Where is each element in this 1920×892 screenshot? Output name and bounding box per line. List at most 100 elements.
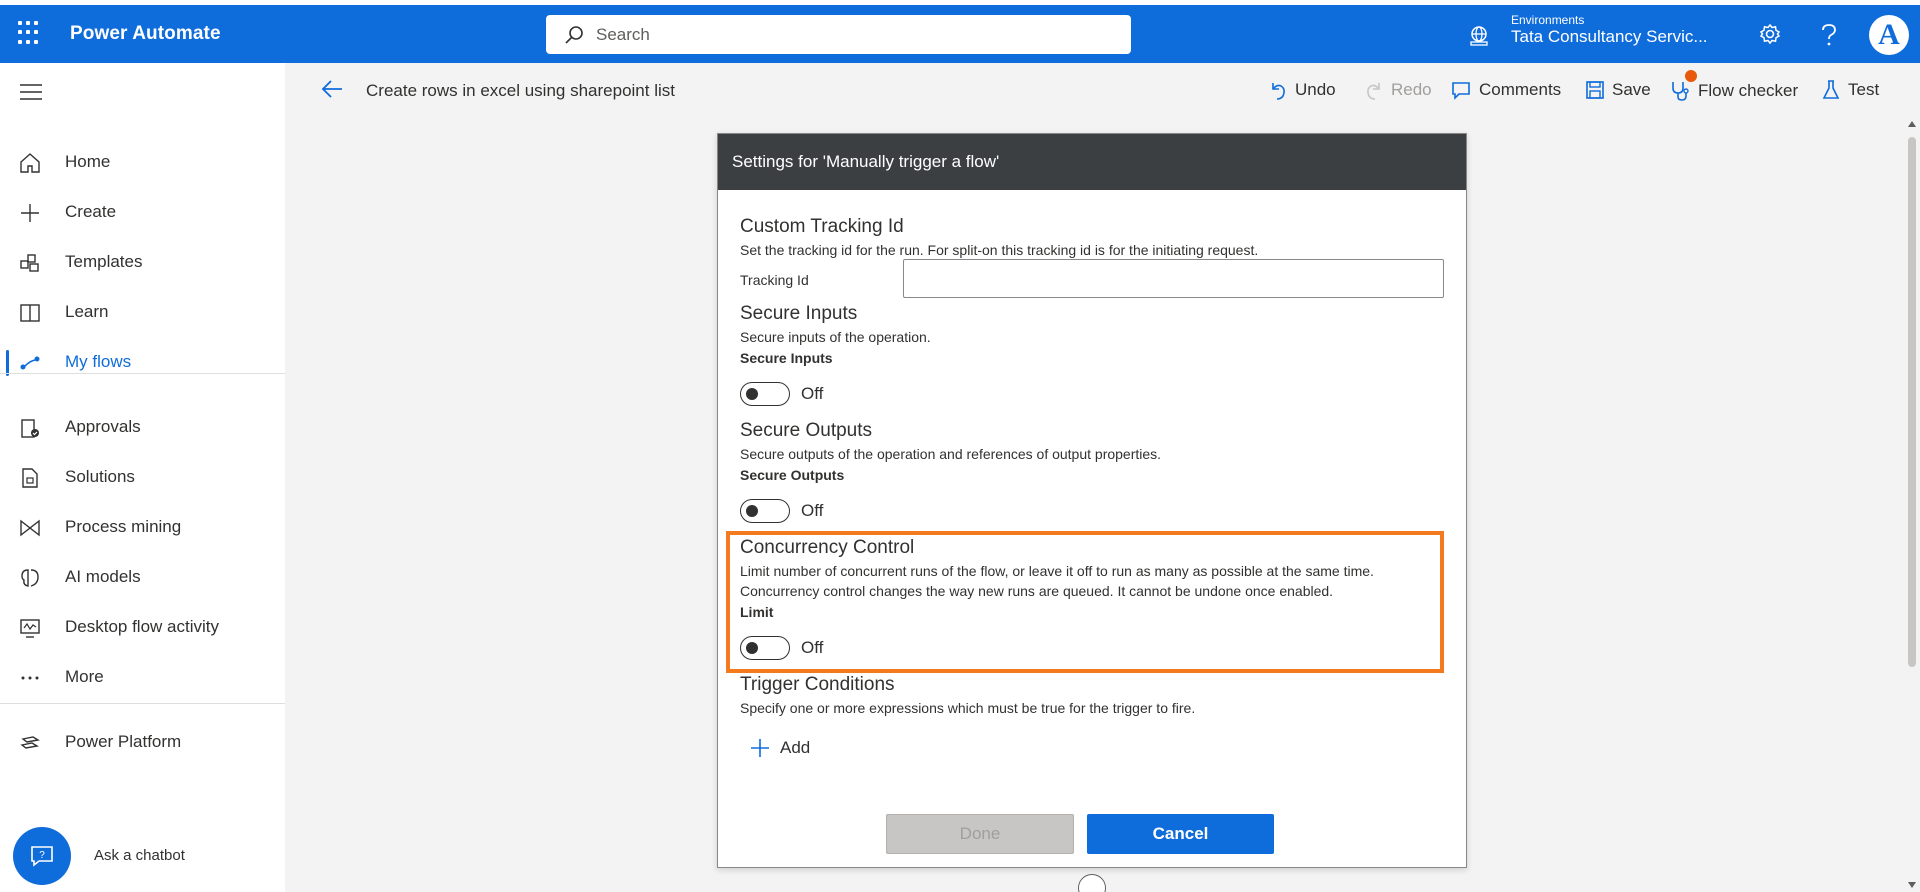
avatar[interactable]: A: [1869, 15, 1909, 55]
back-arrow-icon[interactable]: [321, 79, 343, 99]
trigger-conditions-title: Trigger Conditions: [740, 674, 895, 695]
sidebar-item-desktop-flow-activity[interactable]: Desktop flow activity: [0, 607, 285, 647]
templates-icon: [20, 254, 39, 272]
solutions-icon: [22, 468, 38, 488]
sidebar-item-power-platform[interactable]: Power Platform: [0, 722, 285, 762]
comment-icon: [1452, 82, 1470, 100]
secure-outputs-state: Off: [801, 501, 824, 520]
sidebar-item-label: Process mining: [65, 517, 182, 536]
redo-button[interactable]: Redo: [1365, 80, 1432, 100]
scrollbar-thumb[interactable]: [1908, 137, 1916, 667]
test-button[interactable]: Test: [1822, 80, 1879, 100]
sidebar-item-label: Templates: [65, 252, 143, 271]
add-condition-button[interactable]: Add: [750, 738, 810, 758]
environment-picker[interactable]: Environments Tata Consultancy Servic...: [1511, 13, 1708, 47]
top-bar: Power Automate Search Environments Tata …: [0, 0, 1920, 63]
redo-label: Redo: [1391, 80, 1432, 99]
dialog-title: Settings for 'Manually trigger a flow': [718, 134, 1466, 190]
sidebar-item-label: My flows: [65, 352, 132, 371]
hamburger-menu-icon[interactable]: [20, 83, 42, 101]
desktop-flow-icon: [20, 619, 40, 638]
trigger-conditions-description: Specify one or more expressions which mu…: [740, 700, 1196, 716]
secure-inputs-toggle[interactable]: [740, 382, 790, 406]
done-button[interactable]: Done: [886, 814, 1074, 854]
concurrency-limit-toggle[interactable]: [740, 636, 790, 660]
secure-outputs-description: Secure outputs of the operation and refe…: [740, 446, 1162, 462]
tracking-id-label: Tracking Id: [740, 272, 809, 288]
sidebar-item-solutions[interactable]: Solutions: [0, 457, 285, 497]
sidebar-item-label: Desktop flow activity: [65, 617, 219, 636]
sidebar-item-home[interactable]: Home: [0, 142, 285, 182]
command-bar: Create rows in excel using sharepoint li…: [285, 63, 1920, 117]
sidebar-item-label: Home: [65, 152, 111, 171]
secure-inputs-description: Secure inputs of the operation.: [740, 329, 931, 345]
sidebar: Home Create Templates Learn My flows App…: [0, 63, 285, 892]
svg-text:?: ?: [39, 850, 45, 861]
sidebar-item-templates[interactable]: Templates: [0, 242, 285, 282]
help-icon[interactable]: [1819, 23, 1839, 47]
sidebar-item-ai-models[interactable]: AI models: [0, 557, 285, 597]
concurrency-title: Concurrency Control: [740, 537, 915, 558]
undo-button[interactable]: Undo: [1269, 80, 1336, 100]
gear-icon[interactable]: [1759, 23, 1781, 45]
plus-icon: [751, 739, 769, 757]
sidebar-item-process-mining[interactable]: Process mining: [0, 507, 285, 547]
redo-icon: [1367, 83, 1380, 100]
add-condition-label: Add: [780, 738, 811, 757]
power-platform-icon: [20, 736, 40, 749]
toggle-knob: [746, 388, 758, 400]
app-title[interactable]: Power Automate: [70, 23, 221, 45]
sidebar-item-label: Create: [65, 202, 117, 221]
scroll-up-arrow-icon[interactable]: [1908, 121, 1916, 127]
secure-inputs-label: Secure Inputs: [740, 350, 833, 366]
sidebar-item-learn[interactable]: Learn: [0, 292, 285, 332]
secure-inputs-state: Off: [801, 384, 824, 403]
sidebar-item-create[interactable]: Create: [0, 192, 285, 232]
secure-outputs-label: Secure Outputs: [740, 467, 845, 483]
chatbot-label[interactable]: Ask a chatbot: [94, 847, 185, 864]
sidebar-divider: [0, 703, 285, 704]
secure-outputs-toggle[interactable]: [740, 499, 790, 523]
chatbot-icon: ?: [31, 846, 53, 867]
comments-button[interactable]: Comments: [1451, 80, 1561, 100]
plus-icon: [21, 204, 39, 222]
sidebar-item-label: Learn: [65, 302, 109, 321]
sidebar-item-my-flows[interactable]: My flows: [0, 342, 285, 382]
save-label: Save: [1612, 80, 1651, 99]
sidebar-item-approvals[interactable]: Approvals: [0, 407, 285, 447]
concurrency-limit-label: Limit: [740, 604, 774, 620]
sidebar-item-label: More: [65, 667, 104, 686]
flows-icon: [20, 356, 40, 370]
flask-icon: [1822, 80, 1840, 99]
concurrency-description-1: Limit number of concurrent runs of the f…: [740, 563, 1374, 579]
comments-label: Comments: [1479, 80, 1562, 99]
save-icon: [1586, 81, 1604, 99]
flow-checker-button[interactable]: Flow checker: [1670, 80, 1798, 102]
flow-checker-label: Flow checker: [1698, 81, 1799, 100]
test-label: Test: [1848, 80, 1880, 99]
ai-models-icon: [21, 569, 39, 587]
scroll-down-arrow-icon[interactable]: [1908, 882, 1916, 888]
search-placeholder: Search: [596, 24, 650, 44]
flow-checker-badge: [1685, 70, 1697, 82]
concurrency-description-2: Concurrency control changes the way new …: [740, 583, 1334, 599]
undo-icon: [1272, 83, 1285, 100]
canvas-scrollbar[interactable]: [1904, 117, 1920, 892]
app-launcher-icon[interactable]: [18, 21, 42, 45]
book-icon: [20, 304, 40, 322]
sidebar-item-more[interactable]: More: [0, 657, 285, 697]
search-input[interactable]: Search: [546, 15, 1131, 54]
chatbot-button[interactable]: ?: [13, 827, 71, 885]
home-icon: [20, 153, 40, 173]
environment-icon[interactable]: [1468, 25, 1490, 47]
sidebar-item-label: AI models: [65, 567, 141, 586]
save-button[interactable]: Save: [1586, 80, 1651, 100]
tracking-id-input[interactable]: [903, 259, 1444, 298]
trigger-settings-dialog: Settings for 'Manually trigger a flow' C…: [717, 133, 1467, 868]
environment-name: Tata Consultancy Servic...: [1511, 27, 1708, 46]
sidebar-divider: [0, 373, 285, 374]
process-mining-icon: [20, 519, 40, 537]
sidebar-item-label: Approvals: [65, 417, 141, 436]
cancel-button[interactable]: Cancel: [1087, 814, 1274, 854]
tracking-id-title: Custom Tracking Id: [740, 216, 904, 237]
